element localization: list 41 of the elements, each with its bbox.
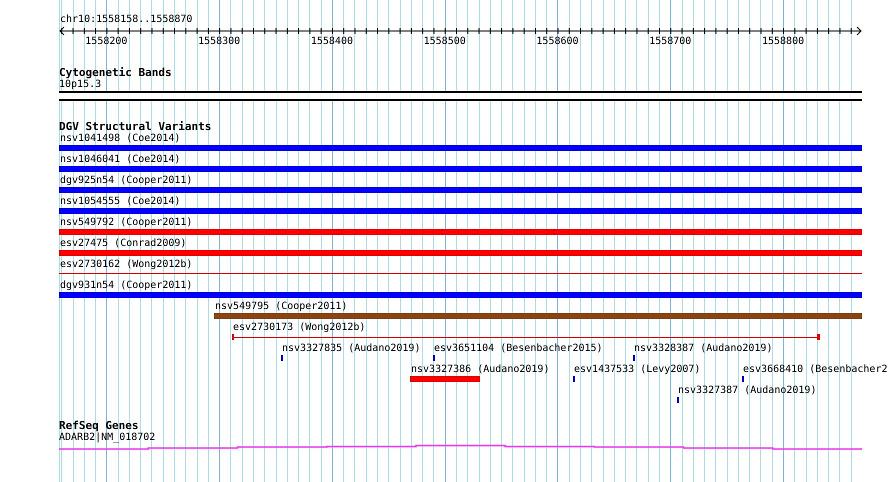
variant-label: esv27475 (Conrad2009) <box>60 238 186 250</box>
ruler-tick-label: 1558200 <box>85 36 128 48</box>
variant-label: dgv931n54 (Cooper2011) <box>60 280 192 292</box>
variant-label: dgv925n54 (Cooper2011) <box>60 175 192 187</box>
track-title: RefSeq Genes <box>59 420 138 432</box>
variant-label: nsv3328387 (Audano2019) <box>634 343 772 355</box>
gene-line[interactable] <box>59 444 862 451</box>
variant-label: esv3651104 (Besenbacher2015) <box>434 343 603 355</box>
variant-bar[interactable] <box>59 250 862 256</box>
ruler-tick-label: 1558300 <box>198 36 240 48</box>
variant-bar[interactable] <box>410 376 480 382</box>
variant-bar[interactable] <box>59 229 862 235</box>
variant-label: esv1437533 (Levy2007) <box>574 364 700 376</box>
ruler-tick-label: 1558400 <box>310 36 353 48</box>
variant-label: esv2730173 (Wong2012b) <box>233 322 366 334</box>
variant-bar[interactable] <box>59 292 862 298</box>
variant-label: nsv3327835 (Audano2019) <box>282 343 420 355</box>
track-title: DGV Structural Variants <box>59 121 212 133</box>
band-label: 10p15.3 <box>59 79 102 91</box>
ruler-tick-label: 1558500 <box>424 36 466 48</box>
track-title: Cytogenetic Bands <box>59 67 172 79</box>
variant-line[interactable] <box>232 334 820 340</box>
variant-bar[interactable] <box>59 208 862 214</box>
variant-label: nsv1054555 (Coe2014) <box>60 196 180 208</box>
variant-label: nsv549792 (Cooper2011) <box>60 217 192 229</box>
ruler-tick-label: 1558800 <box>762 36 804 48</box>
variant-bar[interactable] <box>59 166 862 172</box>
variant-label: nsv3327386 (Audano2019) <box>411 364 550 376</box>
ruler-tick-label: 1558700 <box>649 36 692 48</box>
variant-bar[interactable] <box>59 145 862 151</box>
ruler-tick-label: 1558600 <box>536 36 579 48</box>
variant-bar[interactable] <box>214 313 862 319</box>
variant-bar[interactable] <box>59 187 862 193</box>
gene-label: ADARB2|NM_018702 <box>59 432 156 444</box>
variant-label: nsv1046041 (Coe2014) <box>60 154 180 166</box>
variant-label: nsv3327387 (Audano2019) <box>678 385 816 397</box>
variant-label: esv3668410 (Besenbacher2 <box>743 364 888 376</box>
location-label: chr10:1558158..1558870 <box>60 14 192 26</box>
variant-label: esv2730162 (Wong2012b) <box>60 259 192 271</box>
variant-label: nsv1041498 (Coe2014) <box>60 133 180 145</box>
variant-label: nsv549795 (Cooper2011) <box>215 301 348 313</box>
